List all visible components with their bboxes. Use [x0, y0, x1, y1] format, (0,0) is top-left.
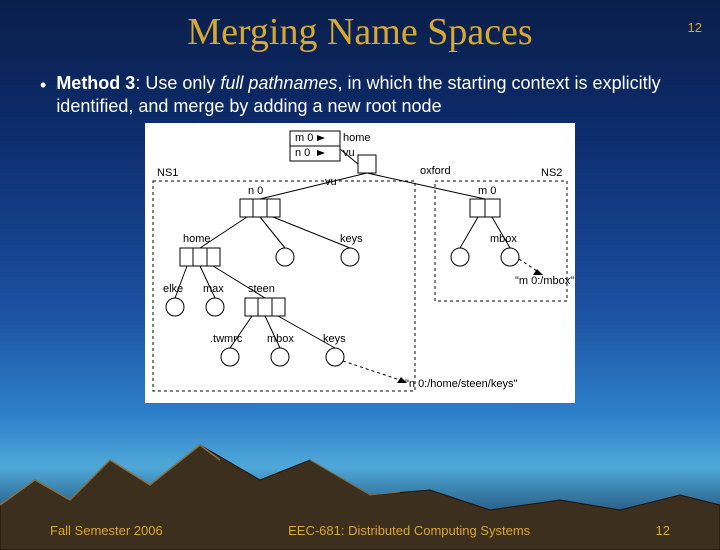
bullet-part1: : Use only — [135, 73, 220, 93]
bullet-italic: full pathnames — [220, 73, 337, 93]
quote-m0-mbox: "m 0:/mbox" — [515, 275, 574, 287]
footer-center: EEC-681: Distributed Computing Systems — [288, 523, 530, 538]
keys-label: keys — [340, 233, 363, 245]
bullet-item: • Method 3: Use only full pathnames, in … — [0, 72, 720, 117]
twmrc-label: .twmrc — [210, 333, 242, 345]
home-label: home — [183, 233, 211, 245]
quote-n0-keys: "n 0:/home/steen/keys" — [405, 378, 517, 390]
footer-left: Fall Semester 2006 — [50, 523, 163, 538]
vu-label: vu — [325, 176, 337, 188]
root-m0: m 0 — [295, 132, 313, 144]
root-vu: vu — [343, 147, 355, 159]
max-label: max — [203, 283, 224, 295]
keys2-label: keys — [323, 333, 346, 345]
bullet-dot-icon: • — [40, 74, 46, 97]
ns1-label: NS1 — [157, 167, 178, 179]
root-n0: n 0 — [295, 147, 310, 159]
oxford-label: oxford — [420, 165, 451, 177]
steen-label: steen — [248, 283, 275, 295]
elke-label: elke — [163, 283, 183, 295]
ns2-label: NS2 — [541, 167, 562, 179]
namespace-diagram: m 0 home n 0 vu NS1 NS2 vu oxford n 0 m … — [145, 123, 575, 403]
root-home: home — [343, 132, 371, 144]
bullet-text: Method 3: Use only full pathnames, in wh… — [56, 72, 690, 117]
method-label: Method 3 — [56, 73, 135, 93]
mbox-label: mbox — [490, 233, 517, 245]
slide-number-top: 12 — [688, 20, 702, 35]
m0-label: m 0 — [478, 185, 496, 197]
slide-title: Merging Name Spaces — [0, 10, 720, 54]
footer: Fall Semester 2006 EEC-681: Distributed … — [0, 523, 720, 538]
footer-right: 12 — [656, 523, 670, 538]
mbox2-label: mbox — [267, 333, 294, 345]
n0-label: n 0 — [248, 185, 263, 197]
